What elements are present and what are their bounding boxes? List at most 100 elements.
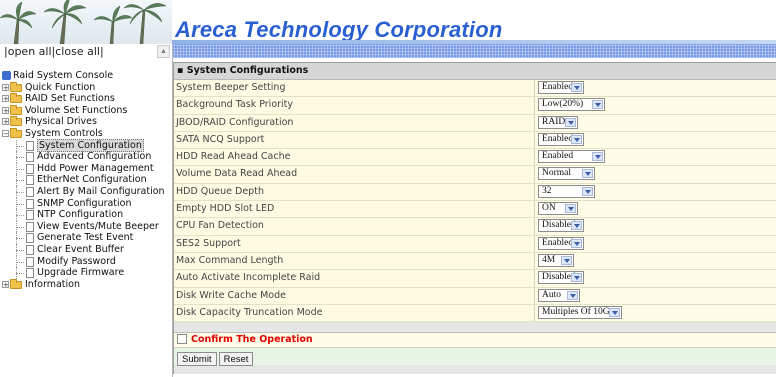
setting-label: Empty HDD Slot LED: [174, 201, 535, 218]
console-icon: [2, 71, 11, 80]
form-spacer: [174, 322, 776, 334]
open-all-link[interactable]: open all: [8, 45, 52, 58]
dropdown-arrow-icon: [565, 204, 576, 214]
tree-label: System Controls: [25, 127, 103, 139]
tree-item-system-configuration[interactable]: System Configuration: [2, 138, 165, 152]
page-icon: [26, 244, 34, 255]
expand-icon[interactable]: +: [2, 118, 9, 126]
page-icon: [26, 221, 34, 232]
tree-label: SNMP Configuration: [37, 197, 132, 209]
volume-read-ahead-select[interactable]: Normal: [538, 167, 595, 181]
tree-item-quick-function[interactable]: + Quick Function: [2, 81, 165, 94]
tree-label: Clear Event Buffer: [37, 243, 124, 255]
collapse-icon[interactable]: −: [2, 129, 9, 137]
setting-row: Background Task Priority Low(20%): [174, 97, 776, 115]
select-value: Low(20%): [542, 99, 584, 110]
tree-item-raid-set-functions[interactable]: + RAID Set Functions: [2, 93, 165, 105]
jbod-raid-select[interactable]: RAID: [538, 115, 578, 129]
setting-row: JBOD/RAID Configuration RAID: [174, 114, 776, 132]
ses2-support-select[interactable]: Enabled: [538, 236, 584, 250]
header-banner: Areca Technology Corporation: [0, 0, 776, 44]
setting-label: HDD Read Ahead Cache: [174, 149, 535, 166]
tree-item-hdd-power-management[interactable]: Hdd Power Management: [2, 162, 165, 175]
page-icon: [26, 152, 34, 163]
open-folder-icon: [10, 127, 22, 138]
confirm-label: Confirm The Operation: [191, 334, 313, 346]
hdd-queue-depth-select[interactable]: 32: [538, 184, 595, 198]
expand-icon[interactable]: +: [2, 83, 9, 91]
tree-item-modify-password[interactable]: Modify Password: [2, 255, 165, 268]
tree-label: Information: [25, 278, 80, 290]
disk-capacity-truncation-select[interactable]: Multiples Of 10G: [538, 305, 622, 319]
submit-button[interactable]: Submit: [177, 352, 217, 367]
tree-item-generate-test-event[interactable]: Generate Test Event: [2, 232, 165, 244]
dropdown-arrow-icon: [565, 117, 576, 127]
dropdown-arrow-icon: [609, 307, 620, 317]
dropdown-arrow-icon: [582, 169, 593, 179]
setting-row: HDD Read Ahead Cache Enabled: [174, 149, 776, 167]
page-icon: [26, 268, 34, 279]
separator: |: [99, 45, 104, 58]
tree-item-alert-by-mail[interactable]: Alert By Mail Configuration: [2, 185, 165, 198]
tree-label: Hdd Power Management: [37, 162, 154, 174]
dropdown-arrow-icon: [561, 255, 572, 265]
folder-icon: [10, 116, 22, 127]
empty-slot-led-select[interactable]: ON: [538, 202, 578, 216]
setting-row: HDD Queue Depth 32: [174, 183, 776, 202]
dropdown-arrow-icon: [592, 152, 603, 162]
tree-item-volume-set-functions[interactable]: + Volume Set Functions: [2, 104, 165, 117]
folder-icon: [10, 278, 22, 289]
disk-write-cache-select[interactable]: Auto: [538, 288, 580, 302]
tree-item-physical-drives[interactable]: + Physical Drives: [2, 116, 165, 128]
expand-icon[interactable]: +: [2, 106, 9, 114]
close-all-link[interactable]: close all: [55, 45, 100, 58]
setting-label: HDD Queue Depth: [174, 183, 535, 201]
setting-label: System Beeper Setting: [174, 80, 535, 97]
tree-label: Generate Test Event: [37, 232, 134, 244]
tree-label: Raid System Console: [13, 70, 114, 81]
dropdown-arrow-icon: [582, 186, 593, 196]
form-footer: [174, 365, 776, 375]
tree-item-ethernet-configuration[interactable]: EtherNet Configuration: [2, 174, 165, 186]
setting-row: Disk Write Cache Mode Auto: [174, 287, 776, 305]
setting-label: Disk Capacity Truncation Mode: [174, 304, 535, 322]
cpu-fan-detection-select[interactable]: Disabled: [538, 219, 584, 233]
setting-row: Volume Data Read Ahead Normal: [174, 166, 776, 184]
confirm-checkbox[interactable]: [177, 333, 187, 344]
setting-label: SATA NCQ Support: [174, 131, 535, 149]
select-value: Auto: [542, 289, 561, 300]
sata-ncq-select[interactable]: Enabled: [538, 132, 584, 146]
tree-item-clear-event-buffer[interactable]: Clear Event Buffer: [2, 243, 165, 256]
max-command-length-select[interactable]: 4M: [538, 253, 574, 267]
tree-item-system-controls[interactable]: − System Controls: [2, 127, 165, 140]
tree-item-ntp-configuration[interactable]: NTP Configuration: [2, 209, 165, 221]
tree-item-information[interactable]: + Information: [2, 278, 165, 291]
expand-icon[interactable]: +: [2, 95, 9, 103]
tree-label: Advanced Configuration: [37, 151, 152, 163]
page-icon: [26, 140, 34, 151]
setting-row: SATA NCQ Support Enabled: [174, 131, 776, 150]
open-close-controls: |open all|close all|: [4, 45, 104, 58]
page-icon: [26, 163, 34, 174]
tree-item-advanced-configuration[interactable]: Advanced Configuration: [2, 151, 165, 163]
page-icon: [26, 210, 34, 221]
setting-label: JBOD/RAID Configuration: [174, 114, 535, 131]
tree-item-upgrade-firmware[interactable]: Upgrade Firmware: [2, 267, 165, 279]
tree-label: RAID Set Functions: [25, 93, 115, 105]
select-value: Normal: [542, 168, 572, 179]
tree-item-snmp-configuration[interactable]: SNMP Configuration: [2, 197, 165, 210]
setting-row: Auto Activate Incomplete Raid Disabled: [174, 270, 776, 288]
reset-button[interactable]: Reset: [218, 352, 254, 367]
system-beeper-select[interactable]: Enabled: [538, 81, 584, 94]
hdd-read-ahead-select[interactable]: Enabled: [538, 150, 605, 164]
setting-label: CPU Fan Detection: [174, 218, 535, 235]
scroll-up-arrow[interactable]: ▲: [157, 45, 170, 58]
tree-root[interactable]: Raid System Console: [2, 70, 165, 82]
auto-activate-raid-select[interactable]: Disabled: [538, 271, 584, 285]
page-icon: [26, 198, 34, 209]
background-task-priority-select[interactable]: Low(20%): [538, 98, 605, 112]
tree-label: Upgrade Firmware: [37, 267, 125, 279]
tree-item-view-events[interactable]: View Events/Mute Beeper: [2, 220, 165, 233]
expand-icon[interactable]: +: [2, 280, 9, 288]
dropdown-arrow-icon: [567, 290, 578, 300]
